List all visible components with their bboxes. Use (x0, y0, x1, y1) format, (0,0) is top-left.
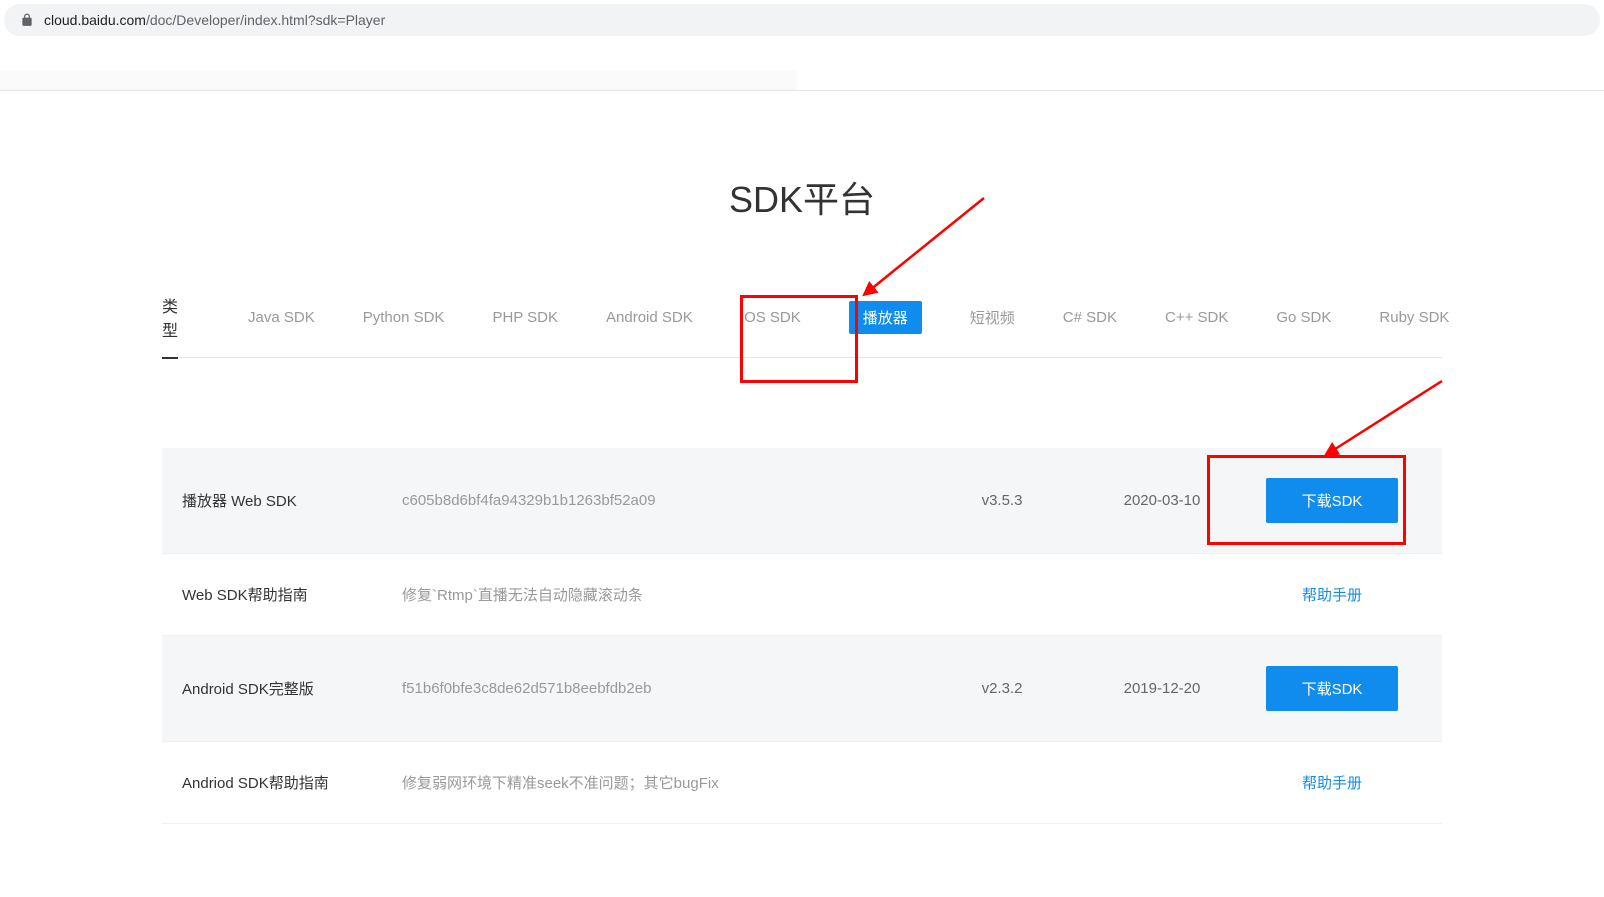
type-item-10[interactable]: Ruby SDK (1379, 309, 1449, 326)
download-button[interactable]: 下载SDK (1266, 478, 1399, 523)
type-item-9[interactable]: Go SDK (1276, 309, 1331, 326)
type-item-7[interactable]: C# SDK (1063, 309, 1117, 326)
type-item-8[interactable]: C++ SDK (1165, 309, 1228, 326)
sdk-name: Andriod SDK帮助指南 (182, 772, 402, 793)
type-item-6[interactable]: 短视频 (970, 307, 1015, 328)
type-item-0[interactable]: Java SDK (248, 309, 315, 326)
top-tab-api[interactable] (0, 70, 807, 90)
type-item-4[interactable]: iOS SDK (741, 309, 801, 326)
top-tab-sdk[interactable] (807, 70, 1604, 90)
sdk-name: Web SDK帮助指南 (182, 584, 402, 605)
type-label: 类型 (162, 293, 178, 341)
sdk-version: v3.5.3 (922, 492, 1082, 509)
sdk-action: 下载SDK (1242, 478, 1422, 523)
sdk-date: 2019-12-20 (1082, 680, 1242, 697)
sdk-action: 帮助手册 (1242, 584, 1422, 605)
sdk-desc: 修复`Rtmp`直播无法自动隐藏滚动条 (402, 584, 922, 605)
sdk-action: 帮助手册 (1242, 772, 1422, 793)
type-item-5[interactable]: 播放器 (849, 301, 922, 334)
download-button[interactable]: 下载SDK (1266, 666, 1399, 711)
lock-icon (20, 13, 34, 27)
type-item-1[interactable]: Python SDK (363, 309, 445, 326)
table-row: 播放器 Web SDKc605b8d6bf4fa94329b1b1263bf52… (162, 448, 1442, 554)
sdk-date: 2020-03-10 (1082, 492, 1242, 509)
type-filter-row: 类型 Java SDK Python SDK PHP SDK Android SDK i… (162, 293, 1442, 358)
sdk-action: 下载SDK (1242, 666, 1422, 711)
top-tabs (0, 40, 1604, 91)
sdk-desc: 修复弱网环境下精准seek不准问题；其它bugFix (402, 772, 922, 793)
url-text: cloud.baidu.com/doc/Developer/index.html… (44, 12, 385, 28)
table-row: Android SDK完整版f51b6f0bfe3c8de62d571b8eeb… (162, 636, 1442, 742)
help-link[interactable]: 帮助手册 (1302, 584, 1362, 605)
page-title: SDK平台 (162, 171, 1442, 223)
sdk-name: 播放器 Web SDK (182, 490, 402, 511)
sdk-version: v2.3.2 (922, 680, 1082, 697)
type-item-3[interactable]: Android SDK (606, 309, 693, 326)
table-row: Andriod SDK帮助指南修复弱网环境下精准seek不准问题；其它bugFi… (162, 742, 1442, 824)
table-row: Web SDK帮助指南修复`Rtmp`直播无法自动隐藏滚动条 帮助手册 (162, 554, 1442, 636)
sdk-name: Android SDK完整版 (182, 678, 402, 699)
help-link[interactable]: 帮助手册 (1302, 772, 1362, 793)
type-item-2[interactable]: PHP SDK (492, 309, 558, 326)
sdk-desc: f51b6f0bfe3c8de62d571b8eebfdb2eb (402, 680, 922, 697)
url-bar[interactable]: cloud.baidu.com/doc/Developer/index.html… (4, 4, 1600, 36)
sdk-desc: c605b8d6bf4fa94329b1b1263bf52a09 (402, 492, 922, 509)
